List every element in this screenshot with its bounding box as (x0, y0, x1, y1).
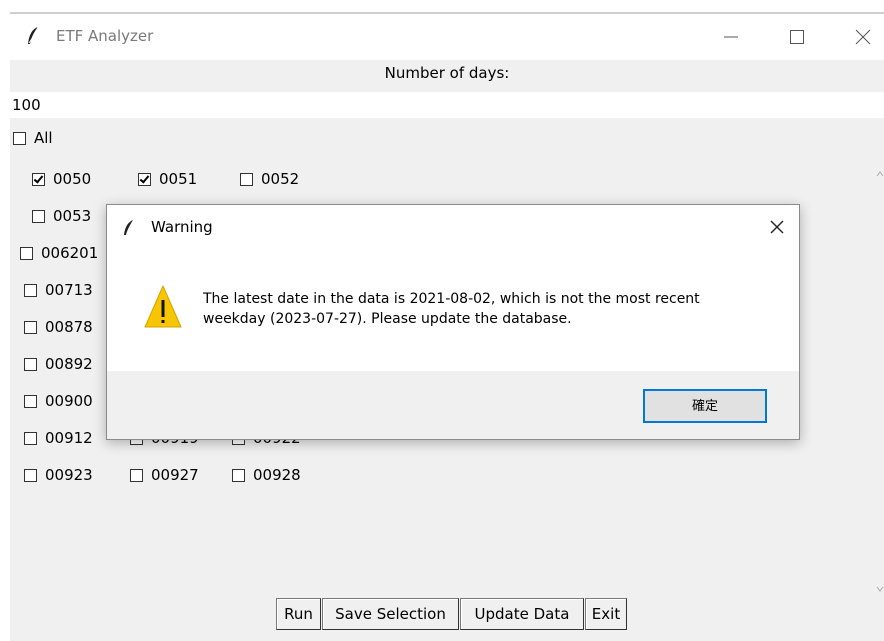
etf-checkbox-label: 0050 (53, 170, 92, 188)
feather-icon (124, 220, 133, 235)
minimize-icon[interactable] (716, 22, 746, 52)
checkbox-box[interactable] (24, 394, 37, 408)
etf-checkbox-label: 0053 (53, 207, 92, 225)
dialog-footer: 確定 (107, 371, 799, 439)
etf-checkbox-00927[interactable]: 00927 (130, 466, 199, 484)
etf-checkbox-label: 00928 (253, 466, 301, 484)
run-button[interactable]: Run (276, 598, 321, 630)
etf-checkbox-label: 00713 (45, 281, 93, 299)
ok-button[interactable]: 確定 (643, 389, 767, 423)
dialog-message-line: weekday (2023-07-27). Please update the … (203, 311, 572, 327)
etf-checkbox-label: 00927 (151, 466, 199, 484)
etf-checkbox-00892[interactable]: 00892 (24, 355, 93, 373)
etf-checkbox-label: 006201 (41, 244, 99, 262)
scroll-up-icon[interactable] (876, 164, 884, 184)
all-checkbox-box[interactable] (13, 131, 26, 145)
window-title: ETF Analyzer (56, 27, 154, 45)
checkbox-box[interactable] (240, 172, 253, 186)
etf-checkbox-label: 0052 (261, 170, 300, 188)
etf-checkbox-00900[interactable]: 00900 (24, 392, 93, 410)
feather-icon (28, 26, 39, 44)
etf-checkbox-label: 00892 (45, 355, 93, 373)
checkbox-box[interactable] (24, 320, 37, 334)
etf-checkbox-0053[interactable]: 0053 (32, 207, 91, 225)
etf-checkbox-0052[interactable]: 0052 (240, 170, 299, 188)
etf-checkbox-00928[interactable]: 00928 (232, 466, 301, 484)
checkbox-box[interactable] (130, 468, 143, 482)
etf-checkbox-label: 00912 (45, 429, 93, 447)
checkbox-box[interactable] (138, 172, 151, 186)
checkbox-box[interactable] (20, 246, 33, 260)
checkbox-box[interactable] (32, 209, 45, 223)
all-checkbox[interactable]: All (13, 129, 53, 147)
days-label: Number of days: (384, 64, 510, 82)
etf-checkbox-00878[interactable]: 00878 (24, 318, 93, 336)
checkbox-box[interactable] (24, 357, 37, 371)
close-icon[interactable] (848, 22, 878, 52)
checkbox-box[interactable] (32, 172, 45, 186)
checkbox-box[interactable] (232, 468, 245, 482)
scroll-down-icon[interactable] (876, 579, 884, 599)
checkbox-box[interactable] (24, 283, 37, 297)
etf-checkbox-0050[interactable]: 0050 (32, 170, 91, 188)
etf-checkbox-label: 00923 (45, 466, 93, 484)
save-selection-button[interactable]: Save Selection (322, 598, 459, 630)
warning-icon (144, 285, 182, 328)
dialog-title: Warning (151, 218, 213, 236)
all-checkbox-label: All (34, 129, 53, 147)
etf-checkbox-label: 00900 (45, 392, 93, 410)
etf-checkbox-00912[interactable]: 00912 (24, 429, 93, 447)
etf-checkbox-label: 00878 (45, 318, 93, 336)
dialog-message: The latest date in the data is 2021-08-0… (203, 289, 783, 329)
checkbox-box[interactable] (24, 431, 37, 445)
dialog-message-line: The latest date in the data is 2021-08-0… (203, 291, 700, 307)
update-data-button[interactable]: Update Data (460, 598, 584, 630)
title-bar: ETF Analyzer (10, 14, 884, 60)
etf-checkbox-0051[interactable]: 0051 (138, 170, 197, 188)
etf-checkbox-00713[interactable]: 00713 (24, 281, 93, 299)
etf-checkbox-00923[interactable]: 00923 (24, 466, 93, 484)
days-input[interactable] (10, 92, 884, 118)
warning-dialog: Warning The latest date in the data is 2… (106, 204, 800, 440)
etf-checkbox-label: 0051 (159, 170, 198, 188)
etf-checkbox-006201[interactable]: 006201 (20, 244, 98, 262)
checkbox-box[interactable] (24, 468, 37, 482)
exit-button[interactable]: Exit (585, 598, 627, 630)
close-icon[interactable] (763, 213, 791, 241)
maximize-icon[interactable] (782, 22, 812, 52)
